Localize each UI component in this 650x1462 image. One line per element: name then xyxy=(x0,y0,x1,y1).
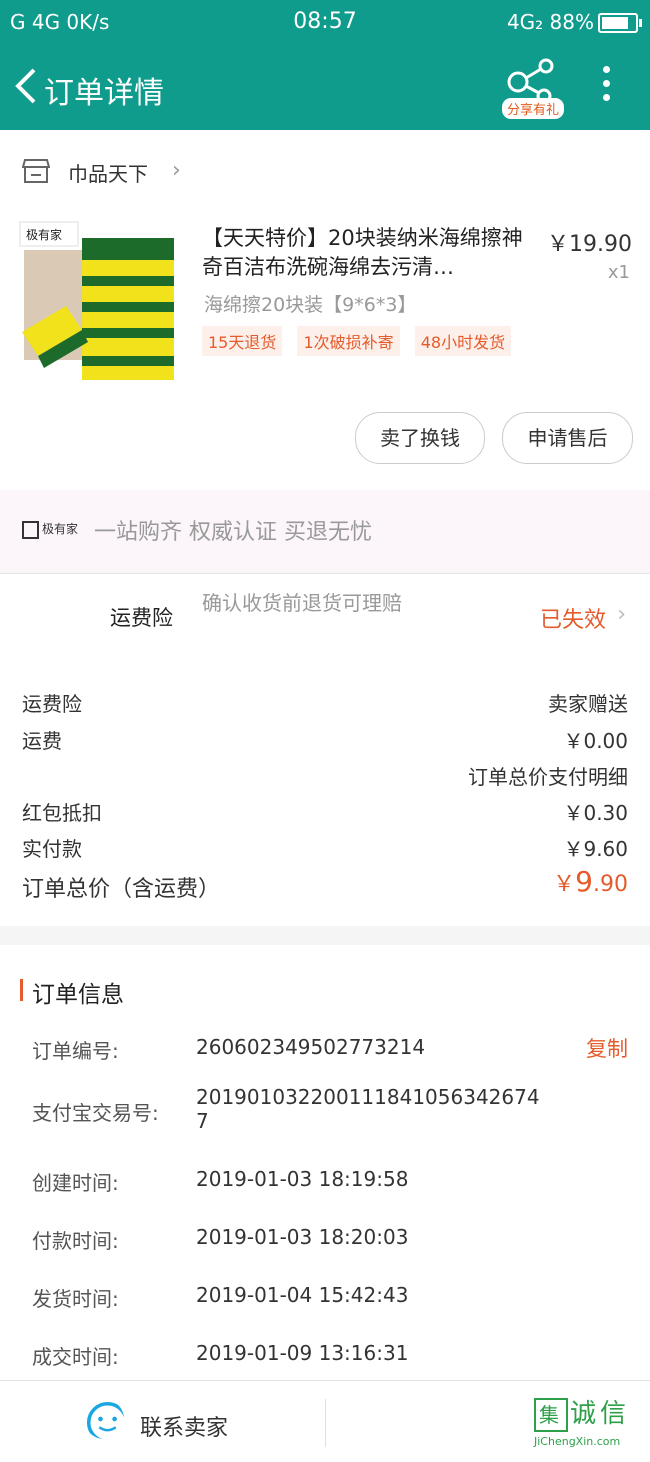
created-time: 2019-01-03 18:19:58 xyxy=(196,1167,409,1191)
order-info-section: 订单信息 订单编号: 260602349502773214 复制 支付宝交易号:… xyxy=(0,945,650,1380)
fee-label: 运费 xyxy=(22,729,62,753)
created-label: 创建时间: xyxy=(32,1171,119,1195)
alipay-number: 2019010322001118410563426747 xyxy=(196,1085,540,1133)
fee-label: 实付款 xyxy=(22,837,82,861)
chat-icon[interactable] xyxy=(84,1399,124,1439)
total-row: 订单总价（含运费） ￥9.90 xyxy=(22,865,628,903)
alipay-label: 支付宝交易号: xyxy=(32,1101,159,1125)
shop-name: 巾品天下 xyxy=(68,162,148,186)
brand-slogan: 一站购齐 权威认证 买退无忧 xyxy=(94,520,372,545)
paid-time: 2019-01-03 18:20:03 xyxy=(196,1225,409,1249)
copy-button[interactable]: 复制 xyxy=(586,1033,628,1063)
shipped-time: 2019-01-04 15:42:43 xyxy=(196,1283,409,1307)
total-price: ￥9.90 xyxy=(553,865,628,898)
watermark-url: JiChengXin.com xyxy=(534,1435,621,1448)
fee-row: 红包抵扣 ￥0.30 xyxy=(22,797,628,826)
svg-text:极有家: 极有家 xyxy=(26,227,62,242)
product-sku: 海绵擦20块装【9*6*3】 xyxy=(204,294,417,316)
more-menu-icon[interactable] xyxy=(596,66,616,110)
fee-value: ￥0.30 xyxy=(563,801,628,825)
fee-row: 运费 ￥0.00 xyxy=(22,725,628,754)
done-label: 成交时间: xyxy=(32,1345,119,1369)
after-sale-button[interactable]: 申请售后 xyxy=(502,412,633,464)
contact-seller-button[interactable]: 联系卖家 xyxy=(140,1410,228,1442)
brand-strip[interactable]: 极有家 一站购齐 权威认证 买退无忧 xyxy=(0,490,650,572)
section-heading: 订单信息 xyxy=(20,975,124,1009)
service-tag: 48小时发货 xyxy=(414,326,512,356)
back-arrow-icon[interactable] xyxy=(10,66,46,106)
page-title: 订单详情 xyxy=(44,76,164,111)
network-battery-text: 4G₂ 88% xyxy=(506,10,594,34)
shipped-label: 发货时间: xyxy=(32,1287,119,1311)
total-label: 订单总价（含运费） xyxy=(22,877,221,902)
fee-row: 运费险 卖家赠送 xyxy=(22,688,628,717)
share-badge[interactable]: 分享有礼 xyxy=(502,98,565,119)
paid-label: 付款时间: xyxy=(32,1229,119,1253)
product-price: ￥19.90 xyxy=(547,232,632,257)
chevron-right-icon: › xyxy=(617,602,626,627)
shop-row[interactable]: 巾品天下 › xyxy=(0,130,650,212)
shipping-insurance-row[interactable]: 运费险 确认收货前退货可理赔 已失效 › xyxy=(0,573,650,659)
brand-logo-icon xyxy=(22,520,39,539)
fee-value: ￥0.00 xyxy=(563,729,628,753)
service-tags: 15天退货 1次破损补寄 48小时发货 xyxy=(202,326,521,356)
chevron-right-icon: › xyxy=(172,158,181,183)
divider xyxy=(325,1399,326,1447)
battery-icon xyxy=(598,13,642,33)
status-bar: G 4G 0K/s 08:57 4G₂ 88% xyxy=(0,0,650,44)
service-tag: 1次破损补寄 xyxy=(297,326,400,356)
bottom-action-bar: 联系卖家 集诚信 JiChengXin.com xyxy=(0,1380,650,1462)
watermark-logo: 集诚信 xyxy=(534,1393,630,1432)
order-number-label: 订单编号: xyxy=(32,1039,119,1063)
product-card: 极有家 【天天特价】20块装纳米海绵擦神奇百洁布洗碗海绵去污清… ￥19.90 … xyxy=(0,212,650,490)
order-number: 260602349502773214 xyxy=(196,1035,426,1059)
fee-label: 运费险 xyxy=(22,692,82,716)
product-title[interactable]: 【天天特价】20块装纳米海绵擦神奇百洁布洗碗海绵去污清… xyxy=(202,224,532,282)
watermark-icon: 集 xyxy=(534,1398,568,1432)
fee-label: 红包抵扣 xyxy=(22,801,102,825)
fee-value: ￥9.60 xyxy=(563,837,628,861)
title-bar: 订单详情 分享有礼 xyxy=(0,44,650,130)
payment-detail-link[interactable]: 订单总价支付明细 xyxy=(468,761,628,790)
insurance-label: 运费险 xyxy=(110,606,173,630)
product-quantity: x1 xyxy=(607,262,630,283)
fee-value: 卖家赠送 xyxy=(548,692,628,716)
fee-summary: 运费险 卖家赠送 运费 ￥0.00 订单总价支付明细 红包抵扣 ￥0.30 实付… xyxy=(0,658,650,926)
insurance-description: 确认收货前退货可理赔 xyxy=(202,591,402,615)
done-time: 2019-01-09 13:16:31 xyxy=(196,1341,409,1365)
brand-logo: 极有家 xyxy=(22,520,78,539)
product-thumbnail[interactable]: 极有家 xyxy=(18,220,176,382)
sell-button[interactable]: 卖了换钱 xyxy=(355,412,485,464)
fee-row: 实付款 ￥9.60 xyxy=(22,833,628,862)
store-icon xyxy=(22,159,50,183)
insurance-status: 已失效 xyxy=(539,608,606,633)
service-tag: 15天退货 xyxy=(202,326,283,356)
